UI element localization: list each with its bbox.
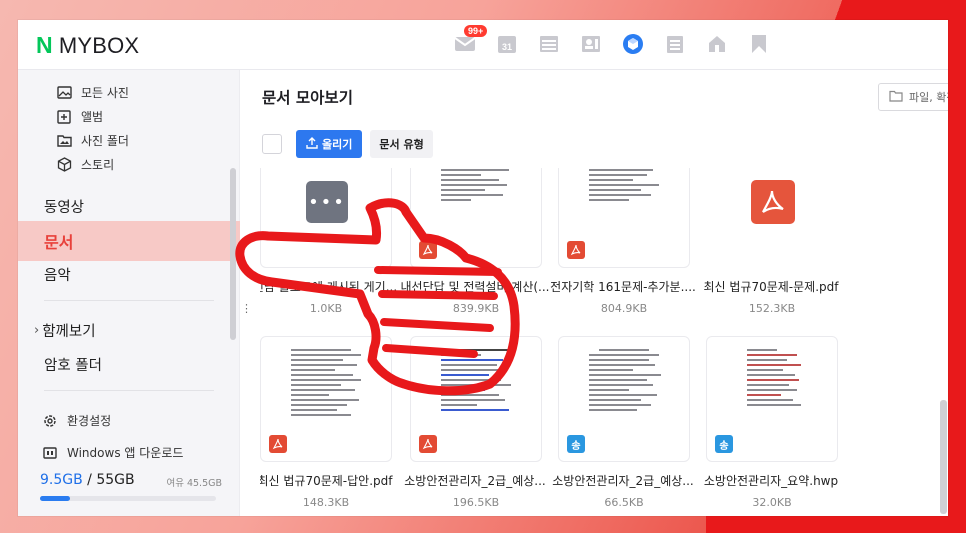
file-name: 소방안전관리자_요약.hwp bbox=[703, 474, 839, 488]
storage-separator: / bbox=[82, 472, 97, 488]
bookmark-icon[interactable] bbox=[746, 32, 772, 56]
storage-free: 여유 45.5GB bbox=[166, 478, 222, 489]
sidebar-item-album[interactable]: 앨범 bbox=[56, 108, 103, 125]
sidebar-divider bbox=[44, 300, 214, 301]
select-all-checkbox[interactable] bbox=[262, 134, 282, 154]
file-size: 148.3KB bbox=[302, 496, 350, 509]
filter-button-label: 파일, 확장 bbox=[909, 91, 948, 104]
sidebar-item-story[interactable]: 스토리 bbox=[56, 156, 114, 173]
toolbar: 올리기 문서 유형 bbox=[262, 130, 433, 158]
file-size: 804.9KB bbox=[600, 302, 648, 315]
file-thumbnail: 송 bbox=[706, 336, 838, 462]
sidebar-item-label: 환경설정 bbox=[67, 414, 112, 428]
mail-icon[interactable]: 99+ bbox=[452, 25, 488, 56]
sidebar-item-video[interactable]: 동영상 bbox=[44, 196, 84, 217]
home-icon[interactable] bbox=[704, 32, 730, 56]
upload-icon bbox=[306, 136, 318, 152]
file-size: 66.5KB bbox=[604, 496, 644, 509]
folder-icon bbox=[889, 90, 903, 105]
hwp-icon: 송 bbox=[715, 435, 733, 453]
main-scrollbar[interactable] bbox=[940, 400, 947, 514]
sidebar-item-label: 앨범 bbox=[81, 110, 104, 124]
sidebar-item-music[interactable]: 음악 bbox=[44, 264, 71, 285]
file-card[interactable]: 전자기학 161문제-추가분.... 804.9KB bbox=[550, 168, 696, 315]
sidebar-item-label: Windows 앱 다운로드 bbox=[67, 446, 184, 460]
sidebar-item-photo-folder[interactable]: 사진 폴더 bbox=[56, 132, 129, 149]
pdf-icon bbox=[567, 241, 585, 259]
file-size: 32.0KB bbox=[752, 496, 792, 509]
story-icon bbox=[56, 157, 72, 173]
sidebar-divider bbox=[44, 390, 214, 391]
sidebar-item-label: 모든 사진 bbox=[81, 86, 129, 100]
document-type-button[interactable]: 문서 유형 bbox=[370, 130, 433, 158]
contacts-icon[interactable] bbox=[578, 32, 604, 56]
pointing-hand-icon bbox=[235, 198, 520, 396]
sidebar-item-label: 함께보기 bbox=[42, 324, 96, 340]
file-thumbnail bbox=[706, 168, 838, 268]
file-card[interactable]: 송 소방안전관리자_요약.hwp 32.0KB bbox=[704, 336, 838, 509]
top-bar: N MYBOX 99+ 31 bbox=[18, 20, 948, 70]
file-card[interactable]: 최신 법규70문제-문제.pdf 152.3KB bbox=[703, 168, 839, 315]
upload-button[interactable]: 올리기 bbox=[296, 130, 363, 158]
pdf-icon bbox=[269, 435, 287, 453]
mybox-window: N MYBOX 99+ 31 모든 사진 앨범 사진 폴더 스토리 동영상 문서… bbox=[18, 20, 948, 516]
memo-icon[interactable] bbox=[536, 32, 562, 56]
photo-icon bbox=[56, 85, 72, 101]
logo-text: MYBOX bbox=[58, 32, 140, 58]
svg-text:31: 31 bbox=[502, 42, 512, 52]
file-name: 전자기학 161문제-추가분.... bbox=[550, 280, 696, 294]
naver-n-logo: N bbox=[36, 32, 53, 58]
file-thumbnail: 송 bbox=[558, 336, 690, 462]
file-name: 소방안전관리자_2급_예상... bbox=[552, 474, 694, 488]
sidebar: 모든 사진 앨범 사진 폴더 스토리 동영상 문서 음악 › 함께보기 암호 폴… bbox=[18, 70, 240, 516]
page-title: 문서 모아보기 bbox=[262, 89, 353, 107]
mail-badge: 99+ bbox=[464, 25, 488, 37]
file-size: 152.3KB bbox=[748, 302, 796, 315]
photo-folder-icon bbox=[56, 133, 72, 149]
file-name: 최신 법규70문제-답안.pdf bbox=[260, 474, 393, 488]
sidebar-item-all-photos[interactable]: 모든 사진 bbox=[56, 84, 129, 101]
pdf-large-icon bbox=[751, 180, 795, 224]
calendar-icon[interactable]: 31 bbox=[494, 32, 520, 56]
file-name: 최신 법규70문제-문제.pdf bbox=[703, 280, 839, 294]
mybox-icon[interactable] bbox=[620, 32, 646, 56]
album-icon bbox=[56, 109, 72, 125]
mybox-logo[interactable]: N MYBOX bbox=[36, 32, 139, 59]
upload-label: 올리기 bbox=[322, 138, 353, 151]
windows-app-icon bbox=[42, 445, 58, 461]
sidebar-item-label: 문서 bbox=[44, 233, 74, 252]
storage-bar-fill bbox=[40, 496, 70, 501]
storage-bar bbox=[40, 496, 216, 501]
chevron-right-icon: › bbox=[34, 323, 40, 338]
sidebar-item-settings[interactable]: 환경설정 bbox=[42, 412, 111, 429]
pdf-icon bbox=[419, 435, 437, 453]
storage-total: 55GB bbox=[96, 472, 135, 488]
sidebar-item-label: 사진 폴더 bbox=[81, 134, 129, 148]
file-extension-filter-button[interactable]: 파일, 확장 bbox=[878, 83, 948, 111]
hwp-icon: 송 bbox=[567, 435, 585, 453]
todo-icon[interactable] bbox=[662, 32, 688, 56]
sidebar-item-shared[interactable]: › 함께보기 bbox=[34, 320, 96, 341]
file-thumbnail bbox=[558, 168, 690, 268]
sidebar-item-document[interactable]: 문서 bbox=[18, 221, 240, 261]
sidebar-item-label: 스토리 bbox=[81, 158, 115, 172]
sidebar-item-windows-app[interactable]: Windows 앱 다운로드 bbox=[42, 444, 183, 461]
storage-used: 9.5GB bbox=[40, 472, 83, 488]
sidebar-item-secret-folder[interactable]: 암호 폴더 bbox=[44, 354, 102, 375]
file-name: 소방안전관리자_2급_예상... bbox=[404, 474, 546, 488]
storage-usage[interactable]: 9.5GB / 55GB 여유 45.5GB bbox=[40, 472, 222, 501]
file-card[interactable]: 송 소방안전관리자_2급_예상... 66.5KB bbox=[552, 336, 694, 509]
gear-icon bbox=[42, 413, 58, 429]
app-switcher: 99+ 31 bbox=[452, 25, 788, 56]
file-size: 196.5KB bbox=[452, 496, 500, 509]
